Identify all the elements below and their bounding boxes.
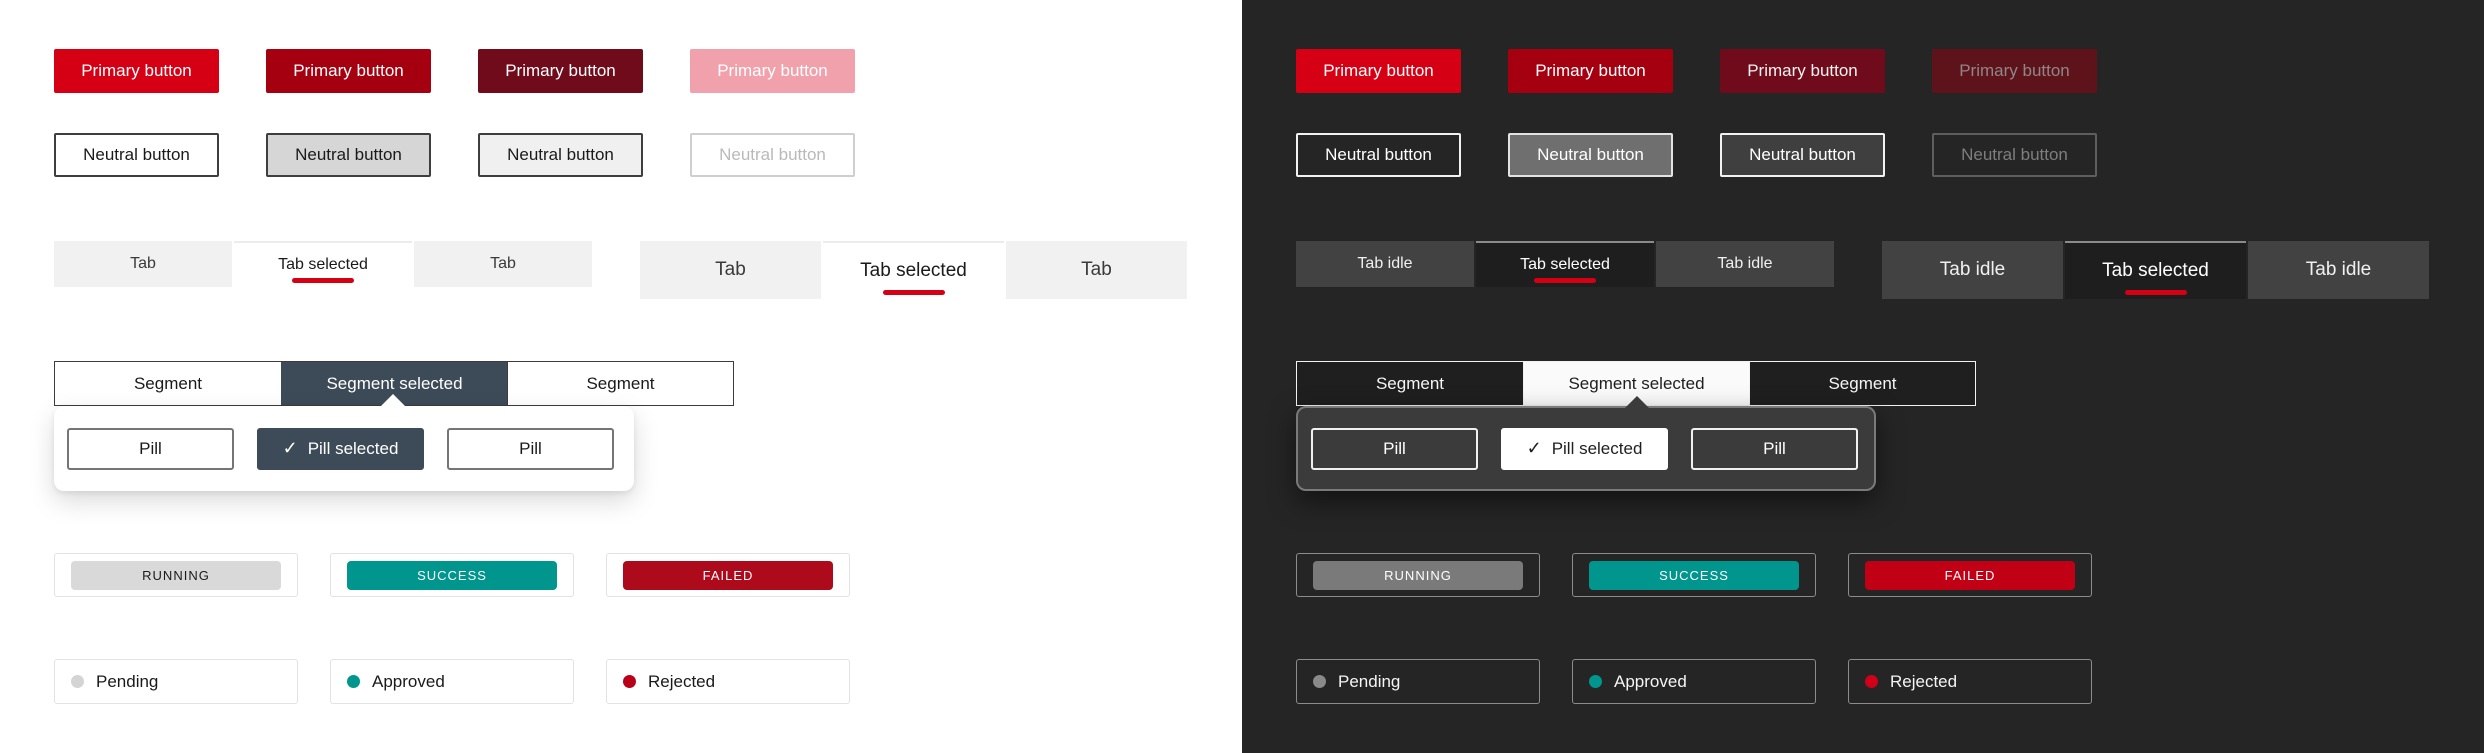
pill-selected-label: Pill selected — [1552, 439, 1643, 459]
badge-container: SUCCESS — [1572, 553, 1816, 597]
neutral-button-pressed[interactable]: Neutral button — [1508, 133, 1673, 177]
status-item-rejected: Rejected — [606, 659, 850, 704]
badge-container: FAILED — [606, 553, 850, 597]
status-dot-icon — [1865, 675, 1878, 688]
tab-idle[interactable]: Tab idle — [2248, 241, 2429, 299]
neutral-button-hover[interactable]: Neutral button — [1720, 133, 1885, 177]
tab-selected[interactable]: Tab selected — [1476, 241, 1654, 287]
pill-idle[interactable]: Pill — [447, 428, 614, 470]
pill-idle[interactable]: Pill — [1311, 428, 1478, 470]
tab-idle[interactable]: Tab — [54, 241, 232, 287]
neutral-button-default[interactable]: Neutral button — [1296, 133, 1461, 177]
status-row: Pending Approved Rejected — [54, 659, 882, 704]
status-badge-failed: FAILED — [623, 561, 833, 590]
segment-idle[interactable]: Segment — [1749, 362, 1975, 405]
tab-row: Tab idle Tab selected Tab idle Tab idle … — [1296, 241, 2429, 299]
tab-idle[interactable]: Tab idle — [1656, 241, 1834, 287]
status-item-rejected: Rejected — [1848, 659, 2092, 704]
pill-idle[interactable]: Pill — [1691, 428, 1858, 470]
badge-container: RUNNING — [54, 553, 298, 597]
status-label: Approved — [372, 672, 445, 692]
primary-button-disabled: Primary button — [1932, 49, 2097, 93]
status-item-approved: Approved — [330, 659, 574, 704]
primary-button-pressed[interactable]: Primary button — [1720, 49, 1885, 93]
status-item-pending: Pending — [54, 659, 298, 704]
status-item-approved: Approved — [1572, 659, 1816, 704]
tab-idle[interactable]: Tab — [414, 241, 592, 287]
primary-button-pressed[interactable]: Primary button — [478, 49, 643, 93]
tab-selected[interactable]: Tab selected — [2065, 241, 2246, 299]
status-badge-running: RUNNING — [71, 561, 281, 590]
segment-idle[interactable]: Segment — [507, 362, 733, 405]
status-label: Pending — [1338, 672, 1400, 692]
check-icon: ✓ — [283, 438, 298, 459]
primary-button-disabled: Primary button — [690, 49, 855, 93]
status-item-pending: Pending — [1296, 659, 1540, 704]
pill-popover-card: Pill ✓ Pill selected Pill — [54, 406, 634, 491]
pill-selected-label: Pill selected — [308, 439, 399, 459]
primary-button-hover[interactable]: Primary button — [1508, 49, 1673, 93]
status-dot-icon — [1589, 675, 1602, 688]
badge-row: RUNNING SUCCESS FAILED — [1296, 553, 2124, 597]
status-label: Approved — [1614, 672, 1687, 692]
tab-idle[interactable]: Tab — [1006, 241, 1187, 299]
neutral-button-row: Neutral button Neutral button Neutral bu… — [1296, 133, 2144, 177]
badge-container: SUCCESS — [330, 553, 574, 597]
pill-popover-card: Pill ✓ Pill selected Pill — [1296, 406, 1876, 491]
tab-row: Tab Tab selected Tab Tab Tab selected Ta… — [54, 241, 1187, 299]
segment-idle[interactable]: Segment — [1297, 362, 1523, 405]
neutral-button-disabled: Neutral button — [1932, 133, 2097, 177]
tab-selected[interactable]: Tab selected — [234, 241, 412, 287]
status-dot-icon — [1313, 675, 1326, 688]
popover-arrow-icon — [1624, 396, 1650, 409]
check-icon: ✓ — [1527, 438, 1542, 459]
theme-panel-dark: Primary button Primary button Primary bu… — [1242, 0, 2484, 753]
neutral-button-pressed[interactable]: Neutral button — [266, 133, 431, 177]
theme-panel-light: Primary button Primary button Primary bu… — [0, 0, 1242, 753]
status-label: Rejected — [648, 672, 715, 692]
primary-button-row: Primary button Primary button Primary bu… — [1296, 49, 2144, 93]
pill-selected[interactable]: ✓ Pill selected — [257, 428, 424, 470]
tab-idle[interactable]: Tab idle — [1882, 241, 2063, 299]
status-label: Pending — [96, 672, 158, 692]
tab-idle[interactable]: Tab idle — [1296, 241, 1474, 287]
neutral-button-row: Neutral button Neutral button Neutral bu… — [54, 133, 902, 177]
status-badge-success: SUCCESS — [347, 561, 557, 590]
status-badge-failed: FAILED — [1865, 561, 2075, 590]
neutral-button-hover[interactable]: Neutral button — [478, 133, 643, 177]
tab-selected[interactable]: Tab selected — [823, 241, 1004, 299]
primary-button-row: Primary button Primary button Primary bu… — [54, 49, 902, 93]
status-label: Rejected — [1890, 672, 1957, 692]
status-dot-icon — [347, 675, 360, 688]
status-badge-success: SUCCESS — [1589, 561, 1799, 590]
pill-idle[interactable]: Pill — [67, 428, 234, 470]
segment-idle[interactable]: Segment — [55, 362, 281, 405]
primary-button-default[interactable]: Primary button — [54, 49, 219, 93]
badge-container: RUNNING — [1296, 553, 1540, 597]
tab-group-small: Tab idle Tab selected Tab idle — [1296, 241, 1834, 287]
tab-group-large: Tab idle Tab selected Tab idle — [1882, 241, 2429, 299]
popover-arrow-icon — [380, 394, 406, 407]
primary-button-default[interactable]: Primary button — [1296, 49, 1461, 93]
status-dot-icon — [71, 675, 84, 688]
neutral-button-default[interactable]: Neutral button — [54, 133, 219, 177]
badge-container: FAILED — [1848, 553, 2092, 597]
status-badge-running: RUNNING — [1313, 561, 1523, 590]
pill-selected[interactable]: ✓ Pill selected — [1501, 428, 1668, 470]
tab-group-small: Tab Tab selected Tab — [54, 241, 592, 287]
tab-idle[interactable]: Tab — [640, 241, 821, 299]
tab-group-large: Tab Tab selected Tab — [640, 241, 1187, 299]
neutral-button-disabled: Neutral button — [690, 133, 855, 177]
primary-button-hover[interactable]: Primary button — [266, 49, 431, 93]
badge-row: RUNNING SUCCESS FAILED — [54, 553, 882, 597]
status-row: Pending Approved Rejected — [1296, 659, 2124, 704]
status-dot-icon — [623, 675, 636, 688]
